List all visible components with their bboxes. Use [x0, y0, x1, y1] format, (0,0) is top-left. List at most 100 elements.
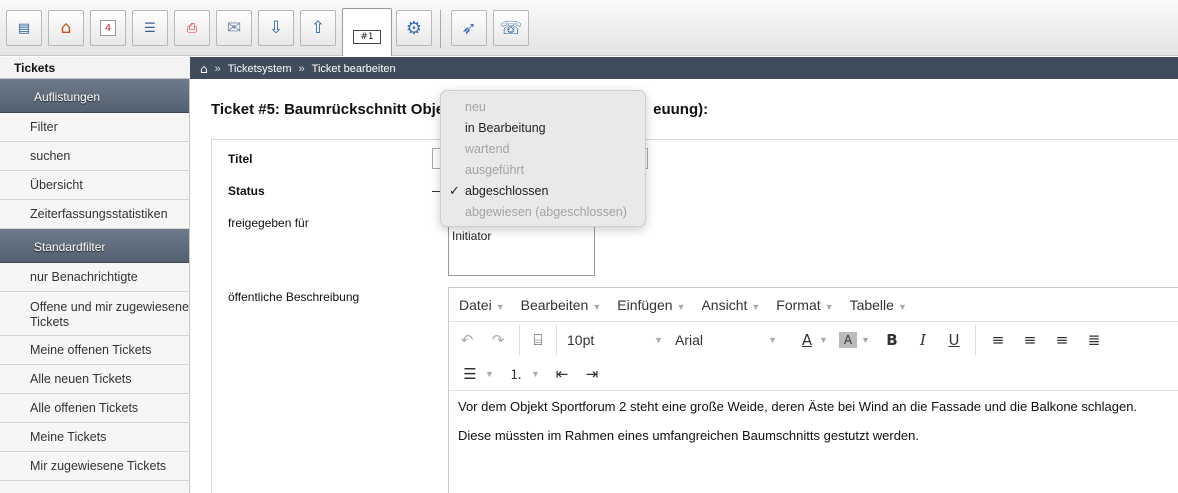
align-right-icon[interactable]: ≡: [1046, 327, 1078, 353]
calendar-button[interactable]: 4: [90, 10, 126, 46]
contact-card-icon: ▤: [17, 20, 31, 36]
home-breadcrumb-icon[interactable]: ⌂: [200, 62, 208, 76]
status-option-in-bearbeitung[interactable]: in Bearbeitung: [441, 118, 645, 139]
font-family-select[interactable]: Arial ▼: [671, 332, 785, 348]
indent-icon[interactable]: ⇥: [577, 361, 607, 387]
main-toolbar: ▤ ⌂ 4 ☰ ⎙ ✉ ⇩ ⇧ #1 ⚙ ➶ ☏: [0, 0, 1178, 56]
page-break-icon[interactable]: ⌸: [526, 327, 550, 353]
undo-icon[interactable]: ↶: [451, 327, 483, 353]
sidebar-item-suchen[interactable]: suchen: [0, 142, 189, 171]
inbox-download-icon: ⇩: [268, 18, 284, 38]
breadcrumb-ticketsystem[interactable]: Ticketsystem: [228, 63, 292, 75]
mail-button[interactable]: ✉: [216, 10, 252, 46]
sidebar-item-uebersicht[interactable]: Übersicht: [0, 171, 189, 200]
rocket-icon: ➶: [461, 17, 477, 39]
redo-icon[interactable]: ↷: [483, 327, 513, 353]
titel-label: Titel: [228, 152, 253, 166]
bullet-list-dropdown[interactable]: ▼: [483, 369, 503, 379]
status-option-abgewiesen: abgewiesen (abgeschlossen): [465, 205, 627, 219]
sidebar: Auflistungen Filter suchen Übersicht Zei…: [0, 79, 190, 493]
page-title-left: Ticket #5: Baumrückschnitt Obje: [211, 101, 445, 118]
background-color-icon[interactable]: A: [839, 332, 857, 348]
toolbar-divider: [556, 325, 557, 355]
text-color-dropdown[interactable]: ▼: [819, 335, 833, 345]
numbered-list-dropdown[interactable]: ▼: [529, 369, 547, 379]
sidebar-item-mir-zugewiesene[interactable]: Mir zugewiesene Tickets: [0, 452, 189, 481]
phone-button[interactable]: ☏: [493, 10, 529, 46]
menu-ansicht[interactable]: Ansicht ▼: [701, 297, 760, 313]
outbox-upload-icon: ⇧: [310, 18, 326, 38]
status-option-abgeschlossen[interactable]: ✓ abgeschlossen: [441, 181, 645, 202]
tickets-button[interactable]: #1: [342, 8, 392, 56]
settings-gear-icon: ⚙: [405, 17, 423, 39]
menu-bearbeiten[interactable]: Bearbeiten ▼: [521, 297, 602, 313]
pdf-button[interactable]: ⎙: [174, 10, 210, 46]
breadcrumb-separator: »: [214, 63, 221, 75]
sidebar-item-meine-offenen[interactable]: Meine offenen Tickets: [0, 336, 189, 365]
toolbar-divider: [440, 10, 441, 48]
status-label: Status: [228, 184, 265, 198]
bullet-list-icon[interactable]: ☰: [457, 361, 483, 387]
bold-icon[interactable]: B: [877, 327, 907, 353]
freigegeben-select[interactable]: Initiator: [448, 222, 595, 276]
status-option-ausgefuehrt: ausgeführt: [465, 163, 525, 177]
sidebar-item-alle-neuen[interactable]: Alle neuen Tickets: [0, 365, 189, 394]
outdent-icon[interactable]: ⇤: [547, 361, 577, 387]
status-option-neu: neu: [465, 100, 486, 114]
menu-einfuegen[interactable]: Einfügen ▼: [617, 297, 685, 313]
home-icon: ⌂: [60, 18, 72, 38]
sidebar-section-title: Tickets: [0, 57, 190, 79]
outbox-button[interactable]: ⇧: [300, 10, 336, 46]
checkmark-icon: ✓: [449, 184, 460, 199]
sidebar-item-meine-tickets[interactable]: Meine Tickets: [0, 423, 189, 452]
editor-toolbar-row-1: ↶ ↷ ⌸ 10pt ▼ Arial ▼ A ▼ A ▼ B I U ≡ ≡ ≡ ≣: [449, 323, 1178, 357]
breadcrumb-separator: »: [298, 63, 305, 75]
toolbar-divider: [975, 325, 976, 355]
status-option-wartend: wartend: [465, 142, 510, 156]
sidebar-item-zeiterfassung[interactable]: Zeiterfassungsstatistiken: [0, 200, 189, 229]
page-title-right: euung):: [653, 101, 709, 118]
freigegeben-value: Initiator: [452, 229, 492, 243]
freigegeben-label: freigegeben für: [228, 216, 309, 230]
pdf-icon: ⎙: [186, 20, 198, 36]
settings-button[interactable]: ⚙: [396, 10, 432, 46]
numbered-list-icon[interactable]: ⒈: [503, 361, 529, 387]
menu-format[interactable]: Format ▼: [776, 297, 833, 313]
breadcrumb: ⌂ » Ticketsystem » Ticket bearbeiten: [200, 62, 396, 76]
sidebar-group-auflistungen[interactable]: Auflistungen: [0, 79, 189, 113]
editor-paragraph: Vor dem Objekt Sportforum 2 steht eine g…: [458, 399, 1138, 414]
mail-icon: ✉: [226, 18, 242, 38]
editor-menubar: Datei ▼ Bearbeiten ▼ Einfügen ▼ Ansicht ▼ Fo…: [449, 288, 1178, 322]
inbox-button[interactable]: ⇩: [258, 10, 294, 46]
align-left-icon[interactable]: ≡: [982, 327, 1014, 353]
rich-text-editor: Datei ▼ Bearbeiten ▼ Einfügen ▼ Ansicht ▼ Fo…: [448, 287, 1178, 493]
editor-content[interactable]: Vor dem Objekt Sportforum 2 steht eine g…: [458, 392, 1137, 450]
sidebar-item-offene-zugewiesene[interactable]: Offene und mir zugewiesene Tickets: [0, 292, 189, 336]
launch-button[interactable]: ➶: [451, 10, 487, 46]
status-dropdown-menu[interactable]: neu in Bearbeitung wartend ausgeführt ✓ a…: [440, 90, 646, 227]
align-justify-icon[interactable]: ≣: [1078, 327, 1110, 353]
text-color-icon[interactable]: A: [795, 327, 819, 353]
contacts-button[interactable]: ▤: [6, 10, 42, 46]
background-color-dropdown[interactable]: ▼: [857, 335, 873, 345]
breadcrumb-ticket-bearbeiten: Ticket bearbeiten: [311, 63, 396, 75]
menu-datei[interactable]: Datei ▼: [459, 297, 505, 313]
sidebar-item-alle-offenen[interactable]: Alle offenen Tickets: [0, 394, 189, 423]
home-button[interactable]: ⌂: [48, 10, 84, 46]
ticket-icon: #1: [353, 29, 381, 44]
forms-button[interactable]: ☰: [132, 10, 168, 46]
field-dash: [432, 191, 440, 192]
phone-icon: ☏: [499, 17, 523, 39]
toolbar-divider: [519, 325, 520, 355]
editor-paragraph: Diese müssten im Rahmen eines umfangreic…: [458, 428, 919, 443]
font-size-select[interactable]: 10pt ▼: [563, 332, 671, 348]
underline-icon[interactable]: U: [939, 327, 969, 353]
sidebar-item-benachrichtigte[interactable]: nur Benachrichtigte: [0, 263, 189, 292]
beschreibung-label: öffentliche Beschreibung: [228, 290, 360, 304]
sidebar-item-filter[interactable]: Filter: [0, 113, 189, 142]
calendar-icon: 4: [100, 20, 116, 36]
sidebar-group-standardfilter[interactable]: Standardfilter: [0, 229, 189, 263]
menu-tabelle[interactable]: Tabelle ▼: [850, 297, 907, 313]
italic-icon[interactable]: I: [907, 327, 939, 353]
align-center-icon[interactable]: ≡: [1014, 327, 1046, 353]
